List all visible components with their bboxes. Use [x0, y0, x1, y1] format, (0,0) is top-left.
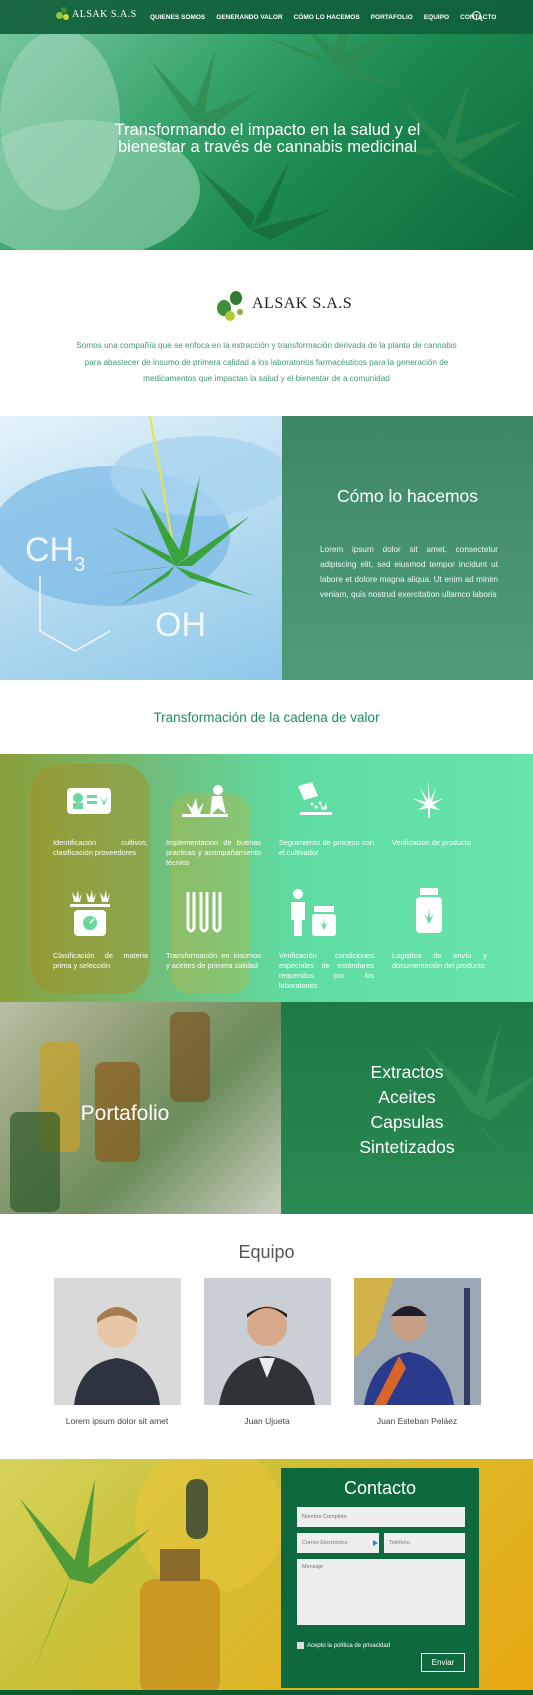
brand-logo-icon	[217, 291, 243, 321]
step-clasificacion: Clasificación de materia prima y selecci…	[53, 951, 148, 970]
cadena-title: Transformación de la cadena de valor	[153, 710, 380, 725]
cannabis-leaf-icon	[412, 780, 444, 818]
footer-bar	[0, 1690, 533, 1695]
hero-title-line-1: Transformando el impacto en la salud y e…	[114, 121, 421, 139]
brand-name: ALSAK S.A.S	[252, 295, 353, 312]
ch-subscript: 3	[74, 554, 85, 576]
team-photo-3	[354, 1278, 481, 1405]
contacto-section: Contacto Acepto la política de privacida…	[0, 1459, 533, 1695]
oil-bottle-image	[0, 1459, 281, 1695]
como-lo-hacemos-section: CH3 OH Cómo lo hacemos Lorem ipsum dolor…	[0, 416, 533, 680]
ch-label: CH	[25, 531, 74, 569]
step-seguimiento: Seguimiento de proceso con el cultivador	[279, 838, 374, 857]
phone-field[interactable]	[384, 1533, 465, 1553]
como-text: Lorem ipsum dolor sit amet, consectetur …	[320, 545, 498, 599]
portafolio-products-panel: Extractos Aceites Capsulas Sintetizados	[281, 1002, 533, 1214]
planting-hands-icon	[182, 785, 228, 817]
logo-text: ALSAK S.A.S	[72, 8, 137, 20]
scale-icon	[70, 890, 110, 936]
como-title: Cómo lo hacemos	[336, 486, 479, 506]
team-name-1: Lorem ipsum dolor sit amet	[65, 1416, 169, 1426]
product-sintetizados[interactable]: Sintetizados	[281, 1135, 533, 1160]
person-bottle-icon	[291, 889, 336, 936]
team-photo-2	[204, 1278, 331, 1405]
about-section: ALSAK S.A.S Somos una compañía que se en…	[0, 250, 533, 416]
contact-form: Contacto Acepto la política de privacida…	[281, 1468, 479, 1688]
cadena-valor-heading: Transformación de la cadena de valor	[0, 680, 533, 754]
site-logo[interactable]: ALSAK S.A.S	[56, 7, 137, 21]
product-extractos[interactable]: Extractos	[281, 1060, 533, 1085]
privacy-label: Acepto la política de privacidad	[307, 1642, 391, 1649]
about-description: Somos una compañía que se enfoca en la e…	[50, 338, 483, 388]
product-capsulas[interactable]: Capsulas	[281, 1110, 533, 1135]
logo-icon	[56, 7, 70, 21]
checkbox-icon[interactable]	[297, 1642, 304, 1649]
about-line-2: para abastecer de insumo de primera cali…	[84, 357, 449, 367]
autofill-arrow-icon	[373, 1540, 378, 1546]
team-photo-1	[54, 1278, 181, 1405]
send-button[interactable]: Enviar	[421, 1653, 465, 1672]
step-identificacion: Identificación cultivos, clasificación p…	[53, 838, 148, 857]
step-implementacion: Implementacion de buenas practicas y aco…	[166, 838, 261, 867]
value-chain-grid: Identificación cultivos, clasificación p…	[0, 754, 533, 1002]
main-menu: QUIENES SOMOS GENERANDO VALOR CÓMO LO HA…	[150, 0, 507, 34]
product-aceites[interactable]: Aceites	[281, 1085, 533, 1110]
portafolio-image: Portafolio	[0, 1002, 281, 1214]
hero-title-line-2: bienestar a través de cannabis medicinal	[117, 138, 417, 156]
about-line-3: medicamentos que impactan la salud y el …	[143, 374, 390, 383]
step-transformacion: Transformación en insumos y aceites de p…	[166, 951, 261, 970]
nav-item-quienes-somos[interactable]: QUIENES SOMOS	[150, 14, 205, 21]
top-navigation: ALSAK S.A.S QUIENES SOMOS GENERANDO VALO…	[0, 0, 533, 34]
team-name-2: Juan Ujueta	[244, 1416, 290, 1426]
name-field[interactable]	[297, 1507, 465, 1527]
step-logistica: Logistica de envío y documentación del p…	[392, 951, 487, 970]
nav-item-portafolio[interactable]: PORTAFOLIO	[371, 14, 413, 21]
about-line-1: Somos una compañía que se enfoca en la e…	[76, 341, 457, 350]
test-tubes-icon	[186, 892, 222, 933]
como-text-panel: Cómo lo hacemos Lorem ipsum dolor sit am…	[282, 416, 533, 680]
search-icon[interactable]	[472, 11, 481, 20]
nav-item-generando-valor[interactable]: GENERANDO VALOR	[216, 14, 282, 21]
brand-logo: ALSAK S.A.S	[212, 286, 352, 322]
seed-bag-icon	[298, 782, 332, 815]
portafolio-list: Extractos Aceites Capsulas Sintetizados	[281, 1060, 533, 1160]
privacy-checkbox[interactable]: Acepto la política de privacidad	[297, 1642, 390, 1649]
step-verificacion-condiciones: Verificación condiciones especiales de e…	[279, 951, 374, 990]
hero-banner: Transformando el impacto en la salud y e…	[0, 0, 533, 250]
oh-label: OH	[155, 606, 206, 644]
message-field[interactable]	[297, 1559, 465, 1625]
medicine-bottle-icon	[416, 888, 442, 933]
id-card-icon	[67, 788, 111, 814]
team-name-3: Juan Esteban Peláez	[376, 1416, 458, 1426]
portafolio-title: Portafolio	[80, 1102, 170, 1125]
lab-glove-image: CH3 OH	[0, 416, 282, 680]
equipo-section: Equipo Lorem ipsum dolor sit amet Juan U…	[0, 1214, 533, 1459]
portafolio-section: Portafolio Extractos Aceites Capsulas Si…	[0, 1002, 533, 1214]
step-verificacion-producto: Verificación de producto	[392, 838, 471, 847]
nav-item-equipo[interactable]: EQUIPO	[424, 14, 449, 21]
hero-title: Transformando el impacto en la salud y e…	[70, 122, 465, 156]
email-field[interactable]	[297, 1533, 379, 1553]
equipo-title: Equipo	[238, 1242, 295, 1262]
nav-item-como-lo-hacemos[interactable]: CÓMO LO HACEMOS	[294, 14, 360, 21]
contact-title: Contacto	[343, 1478, 417, 1498]
